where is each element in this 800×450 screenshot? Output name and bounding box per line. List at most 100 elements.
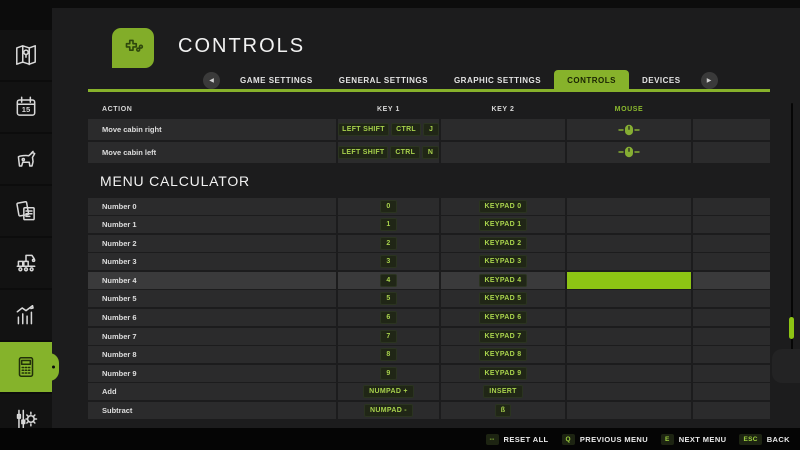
key-badge[interactable]: 9 (380, 367, 396, 380)
sidebar-item-calendar[interactable]: 15 (0, 82, 52, 132)
sidebar-item-production[interactable] (0, 238, 52, 288)
table-row[interactable]: Number 11KEYPAD 1 (88, 216, 770, 233)
tab-devices[interactable]: DEVICES (629, 70, 694, 91)
table-row[interactable]: Number 88KEYPAD 8 (88, 346, 770, 363)
mouse-cell[interactable] (567, 365, 691, 382)
key-badge[interactable]: KEYPAD 2 (479, 237, 528, 250)
key2-cell[interactable]: KEYPAD 3 (441, 253, 565, 270)
key1-cell[interactable]: 7 (338, 328, 439, 345)
table-row[interactable]: Move cabin leftLEFT SHIFTCTRLN (88, 142, 770, 163)
gamepad-cell[interactable] (693, 365, 770, 382)
key1-cell[interactable]: 2 (338, 235, 439, 252)
key2-cell[interactable] (441, 142, 565, 163)
key-badge[interactable]: J (423, 123, 439, 136)
hint-next-menu[interactable]: E NEXT MENU (661, 434, 726, 445)
key-badge[interactable]: CTRL (390, 146, 420, 159)
sidebar-item-map[interactable] (0, 30, 52, 80)
scrollbar-track[interactable] (791, 103, 793, 352)
gamepad-cell[interactable] (693, 142, 770, 163)
sidebar-item-contracts[interactable] (0, 186, 52, 236)
key-badge[interactable]: KEYPAD 4 (479, 274, 528, 287)
key2-cell[interactable] (441, 119, 565, 140)
gamepad-cell[interactable] (693, 383, 770, 400)
key-badge[interactable]: KEYPAD 7 (479, 330, 528, 343)
gamepad-cell[interactable] (693, 346, 770, 363)
key1-cell[interactable]: 5 (338, 290, 439, 307)
hint-back[interactable]: ESC BACK (739, 434, 790, 445)
scrollbar-thumb[interactable] (789, 317, 794, 339)
gamepad-cell[interactable] (693, 309, 770, 326)
key-badge[interactable]: 5 (380, 292, 396, 305)
gamepad-cell[interactable] (693, 235, 770, 252)
mouse-cell[interactable] (567, 253, 691, 270)
key-badge[interactable]: 8 (380, 348, 396, 361)
table-row[interactable]: Number 00KEYPAD 0 (88, 198, 770, 215)
key-badge[interactable]: KEYPAD 0 (479, 200, 528, 213)
key2-cell[interactable]: KEYPAD 0 (441, 198, 565, 215)
key1-cell[interactable]: NUMPAD - (338, 402, 439, 419)
gamepad-cell[interactable] (693, 328, 770, 345)
key1-cell[interactable]: 1 (338, 216, 439, 233)
gamepad-cell[interactable] (693, 119, 770, 140)
table-row[interactable]: Number 77KEYPAD 7 (88, 328, 770, 345)
table-row[interactable]: Number 55KEYPAD 5 (88, 290, 770, 307)
gamepad-cell[interactable] (693, 272, 770, 289)
key1-cell[interactable]: 4 (338, 272, 439, 289)
key-badge[interactable]: KEYPAD 5 (479, 292, 528, 305)
table-row[interactable]: SubtractNUMPAD -ß (88, 402, 770, 419)
mouse-cell[interactable] (567, 142, 691, 163)
table-row[interactable]: Number 44KEYPAD 4 (88, 272, 770, 289)
gamepad-cell[interactable] (693, 253, 770, 270)
key1-cell[interactable]: NUMPAD + (338, 383, 439, 400)
mouse-cell[interactable] (567, 198, 691, 215)
table-row[interactable]: AddNUMPAD +INSERT (88, 383, 770, 400)
key-badge[interactable]: NUMPAD - (364, 404, 413, 417)
tab-game-settings[interactable]: GAME SETTINGS (227, 70, 326, 91)
key1-cell[interactable]: 8 (338, 346, 439, 363)
tabs-prev-button[interactable]: ◀ (203, 72, 220, 89)
tab-general-settings[interactable]: GENERAL SETTINGS (326, 70, 441, 91)
mouse-cell[interactable] (567, 290, 691, 307)
sidebar-item-animals[interactable] (0, 134, 52, 184)
hint-previous-menu[interactable]: Q PREVIOUS MENU (562, 434, 649, 445)
key1-cell[interactable]: 0 (338, 198, 439, 215)
key-badge[interactable]: CTRL (391, 123, 421, 136)
key2-cell[interactable]: INSERT (441, 383, 565, 400)
mouse-cell[interactable] (567, 309, 691, 326)
tabs-next-button[interactable]: ▶ (701, 72, 718, 89)
mouse-cell[interactable] (567, 216, 691, 233)
key-badge[interactable]: KEYPAD 9 (479, 367, 528, 380)
key2-cell[interactable]: KEYPAD 6 (441, 309, 565, 326)
key-badge[interactable]: ß (495, 404, 512, 417)
table-row[interactable]: Number 22KEYPAD 2 (88, 235, 770, 252)
table-row[interactable]: Number 33KEYPAD 3 (88, 253, 770, 270)
gamepad-cell[interactable] (693, 198, 770, 215)
key-badge[interactable]: KEYPAD 3 (479, 255, 528, 268)
key-badge[interactable]: LEFT SHIFT (338, 123, 389, 136)
key-badge[interactable]: N (422, 146, 439, 159)
key-badge[interactable]: INSERT (483, 385, 522, 398)
key2-cell[interactable]: KEYPAD 1 (441, 216, 565, 233)
key-badge[interactable]: KEYPAD 6 (479, 311, 528, 324)
key-badge[interactable]: KEYPAD 1 (479, 218, 528, 231)
mouse-cell[interactable] (567, 328, 691, 345)
table-row[interactable]: Move cabin rightLEFT SHIFTCTRLJ (88, 119, 770, 140)
key1-cell[interactable]: LEFT SHIFTCTRLN (338, 142, 439, 163)
key-badge[interactable]: 6 (380, 311, 396, 324)
mouse-cell[interactable] (567, 402, 691, 419)
tab-controls[interactable]: CONTROLS (554, 70, 629, 91)
key2-cell[interactable]: KEYPAD 9 (441, 365, 565, 382)
key-badge[interactable]: NUMPAD + (363, 385, 414, 398)
key-badge[interactable]: 2 (380, 237, 396, 250)
gamepad-cell[interactable] (693, 290, 770, 307)
mouse-cell[interactable] (567, 119, 691, 140)
table-row[interactable]: Number 99KEYPAD 9 (88, 365, 770, 382)
sidebar-item-statistics[interactable] (0, 290, 52, 340)
sidebar-item-calculator[interactable] (0, 342, 52, 392)
key2-cell[interactable]: KEYPAD 2 (441, 235, 565, 252)
mouse-cell[interactable] (567, 235, 691, 252)
gamepad-cell[interactable] (693, 402, 770, 419)
key1-cell[interactable]: 9 (338, 365, 439, 382)
tab-graphic-settings[interactable]: GRAPHIC SETTINGS (441, 70, 554, 91)
key2-cell[interactable]: KEYPAD 8 (441, 346, 565, 363)
